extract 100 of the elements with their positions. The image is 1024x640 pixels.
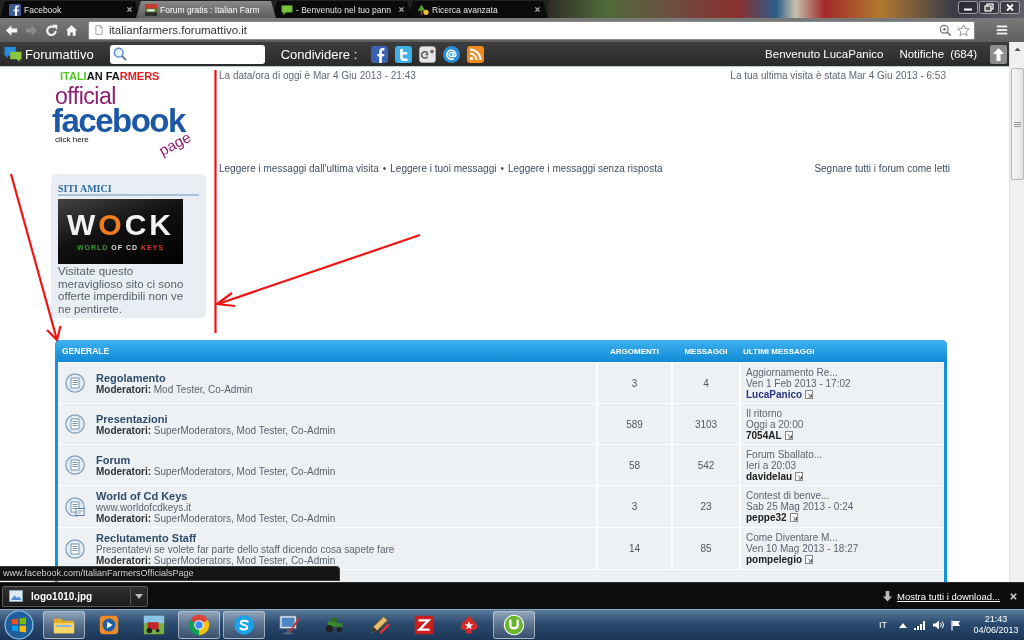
forum-title-link[interactable]: World of Cd Keys: [96, 489, 188, 502]
browser-tab[interactable]: - Benvenuto nel tuo pann: [272, 1, 412, 18]
menu-icon[interactable]: [996, 24, 1008, 36]
page-arrow-icon[interactable]: [795, 471, 805, 481]
taskbar-button[interactable]: [178, 611, 220, 639]
topics-cell: 14: [598, 528, 671, 569]
home-icon[interactable]: [65, 23, 78, 37]
address-field[interactable]: italianfarmers.forumattivo.it: [88, 20, 975, 40]
last-post-link[interactable]: Il ritorno: [746, 407, 783, 419]
speaker-icon[interactable]: [932, 620, 944, 630]
monitor-pen-icon[interactable]: [277, 613, 301, 637]
twitter-icon[interactable]: [395, 45, 413, 63]
signal-bars-icon[interactable]: [914, 620, 925, 630]
download-item[interactable]: logo1010.jpg: [2, 585, 148, 607]
last-post-date: Ven 1 Feb 2013 - 17:02: [746, 377, 851, 389]
zigzag-tile-icon[interactable]: [412, 613, 436, 637]
page-arrow-icon[interactable]: [805, 389, 815, 399]
posts-cell: 85: [673, 528, 739, 569]
taskbar-button[interactable]: [223, 611, 265, 639]
notifications-link[interactable]: Notifiche (684): [899, 48, 977, 60]
close-icon[interactable]: [398, 6, 405, 13]
browser-icon: [187, 613, 211, 637]
up-arrow-icon[interactable]: [990, 44, 1007, 64]
quick-link[interactable]: Leggere i messaggi dall'ultima visita: [219, 163, 379, 175]
welcome-link[interactable]: Benvenuto LucaPanico: [765, 48, 884, 60]
last-post-link[interactable]: Aggiornamento Re...: [746, 366, 838, 378]
username-link[interactable]: davidelau: [746, 470, 793, 482]
speech-bubbles-icon[interactable]: [3, 45, 23, 63]
username-link[interactable]: 7054AL: [746, 429, 782, 441]
friends-box-title: SITI AMICI: [58, 183, 199, 196]
posts-cell: 23: [673, 486, 739, 527]
show-all-downloads-link[interactable]: Mostra tutti i download...: [897, 590, 1000, 602]
tractor-picture-icon[interactable]: [142, 613, 166, 637]
browser-tab[interactable]: Ricerca avanzata: [408, 1, 548, 18]
play-icon[interactable]: [97, 613, 121, 637]
reload-icon[interactable]: [45, 23, 58, 37]
page-arrow-icon[interactable]: [784, 430, 794, 440]
page-arrow-icon[interactable]: [805, 555, 815, 564]
posts-cell: 4: [673, 363, 739, 403]
clock-time[interactable]: 21:43: [984, 614, 1008, 625]
moderators-text: Moderatori: SuperModerators, Mod Tester, Co-Admin: [96, 512, 336, 524]
posts-cell: 542: [673, 445, 739, 485]
moderators-text: Moderatori: Mod Tester, Co-Admin: [96, 383, 253, 395]
back-arrow-icon[interactable]: [5, 23, 18, 37]
google-plus-icon[interactable]: [419, 45, 437, 63]
minimize-icon[interactable]: [958, 1, 978, 14]
forum-title-link[interactable]: Forum: [96, 453, 131, 466]
taskbar-button[interactable]: [43, 611, 85, 639]
username-link[interactable]: pompelegio: [746, 554, 803, 565]
start-orb-icon[interactable]: [3, 610, 35, 640]
facebook-icon[interactable]: [371, 45, 389, 63]
scrollbar-thumb[interactable]: [1010, 68, 1024, 180]
flag-icon[interactable]: [951, 619, 961, 631]
star-icon[interactable]: [957, 23, 970, 37]
forum-description: www.worldofcdkeys.it: [96, 501, 192, 513]
taskbar-button[interactable]: [493, 611, 535, 639]
browser-tab[interactable]: Facebook: [0, 1, 140, 18]
document-icon[interactable]: [65, 538, 85, 559]
search-field[interactable]: [109, 44, 265, 64]
moderators-text: Moderatori: SuperModerators, Mod Tester, Co-Admin: [96, 424, 336, 436]
quick-link[interactable]: Leggere i messaggi senza risposta: [508, 163, 663, 175]
up-triangle-icon[interactable]: [899, 622, 907, 628]
last-post-date: Ieri a 20:03: [746, 459, 797, 471]
document-icon[interactable]: [65, 414, 85, 434]
quick-link[interactable]: Leggere i tuoi messaggi: [390, 163, 497, 175]
at-sign-icon[interactable]: [443, 45, 461, 63]
column-header: ULTIMI MESSAGGI: [742, 346, 816, 356]
last-post-link[interactable]: Forum Sballato...: [746, 448, 823, 460]
forum-title-link[interactable]: Presentazioni: [96, 412, 168, 425]
last-post-date: Ven 10 Mag 2013 - 18:27: [746, 543, 859, 554]
clock-date[interactable]: 04/06/2013: [973, 625, 1019, 636]
topics-cell: 589: [598, 404, 671, 444]
username-link[interactable]: LucaPanico: [746, 388, 803, 400]
category-title: GENERALE: [61, 346, 111, 356]
forum-title-link[interactable]: Regolamento: [96, 371, 166, 384]
close-icon[interactable]: [126, 6, 133, 13]
last-post-link[interactable]: Contest di benve...: [746, 490, 830, 501]
moderators-text: Moderatori: SuperModerators, Mod Tester, Co-Admin: [96, 465, 336, 477]
rss-icon[interactable]: [467, 45, 485, 63]
page-arrow-icon[interactable]: [789, 513, 799, 522]
document-link-icon[interactable]: [65, 496, 85, 517]
restore-icon[interactable]: [979, 1, 999, 14]
caret-icon[interactable]: [135, 593, 143, 599]
close-icon[interactable]: [534, 6, 541, 13]
document-icon[interactable]: [65, 455, 85, 475]
forum-title-link[interactable]: Reclutamento Staff: [96, 531, 197, 544]
document-icon[interactable]: [65, 373, 85, 393]
scrollbar[interactable]: [1009, 42, 1024, 582]
language-indicator[interactable]: IT: [879, 620, 887, 630]
brand-link[interactable]: Forumattivo: [25, 46, 94, 62]
search-icon: [112, 47, 127, 61]
friends-box-text: Visitate questo meraviglioso sito ci sono offerte imperdibili non ve ne pentirete.: [58, 265, 185, 316]
username-link[interactable]: peppe32: [746, 512, 787, 523]
last-post-link[interactable]: Come Diventare M...: [746, 532, 838, 543]
close-icon[interactable]: [1009, 591, 1018, 601]
mark-all-read-link[interactable]: Segnare tutti i forum come letti: [814, 163, 950, 175]
topics-cell: 3: [598, 363, 671, 403]
last-post-date: Oggi a 20:00: [746, 418, 804, 430]
browser-tab[interactable]: Forum gratis : Italian Farm: [136, 1, 276, 18]
zoom-in-icon[interactable]: [939, 23, 952, 37]
